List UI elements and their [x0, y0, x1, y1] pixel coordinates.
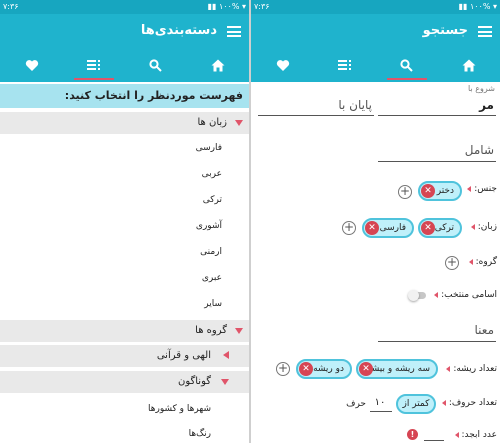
status-time: ۷:۳۶	[254, 2, 270, 11]
category-item[interactable]: آشوری	[0, 214, 249, 238]
abjad-input[interactable]	[424, 431, 444, 441]
hamburger-menu-icon[interactable]	[227, 26, 241, 37]
letter-count-input[interactable]: ۱۰	[370, 394, 392, 412]
active-tab-indicator	[387, 78, 427, 80]
heart-icon	[276, 60, 290, 71]
status-icons: ▮▮ ۱۰۰% ▾	[458, 2, 497, 11]
hamburger-menu-icon[interactable]	[478, 26, 492, 37]
root-count-label: تعداد ریشه:	[444, 364, 497, 374]
tab-home[interactable]	[439, 50, 499, 82]
tab-bar	[251, 50, 500, 82]
category-item[interactable]: ترکی	[0, 188, 249, 212]
search-icon	[149, 59, 162, 72]
subgroup-divine[interactable]: الهی و قرآنی	[0, 345, 249, 367]
category-item[interactable]: فارسی	[0, 136, 249, 160]
category-item[interactable]: ارمنی	[0, 240, 249, 264]
collapsed-arrow-icon	[223, 351, 229, 359]
category-item[interactable]: شهرها و کشورها	[0, 397, 249, 421]
expanded-arrow-icon	[235, 328, 243, 334]
add-language-button[interactable]: +	[342, 221, 356, 235]
letter-count-label: تعداد حروف:	[440, 398, 497, 408]
selected-names-label: اسامی منتخب:	[432, 290, 497, 300]
remove-chip-icon[interactable]: ✕	[421, 221, 435, 235]
category-item[interactable]: عبری	[0, 266, 249, 290]
add-root-count-button[interactable]: +	[276, 362, 290, 376]
info-icon[interactable]: !	[407, 429, 418, 440]
subgroup-label: الهی و قرآنی	[156, 350, 211, 361]
selected-names-toggle[interactable]	[408, 290, 428, 301]
root-count-chip[interactable]: سه ریشه و بیشتر ✕	[356, 359, 438, 379]
tab-bar	[0, 50, 249, 82]
status-bar: ۷:۳۶ ▮▮ ۱۰۰% ▾	[251, 0, 500, 14]
remove-chip-icon[interactable]: ✕	[299, 362, 313, 376]
search-icon	[400, 59, 413, 72]
list-icon	[87, 60, 100, 70]
contains-input[interactable]: شامل	[378, 138, 496, 162]
group-label: زبان ها	[197, 117, 227, 128]
home-icon	[462, 59, 476, 72]
status-time: ۷:۳۶	[3, 2, 19, 11]
language-chip[interactable]: فارسی ✕	[362, 218, 414, 238]
ends-with-input[interactable]: پایان با	[258, 94, 374, 116]
letter-count-unit: حرف	[346, 399, 366, 409]
subgroup-various[interactable]: گوناگون	[0, 371, 249, 393]
root-count-chip[interactable]: دو ریشه ✕	[296, 359, 352, 379]
gender-chip[interactable]: دختر ✕	[418, 181, 462, 201]
letter-count-operator-chip[interactable]: کمتر از	[396, 394, 436, 414]
meaning-input[interactable]: معنا	[378, 318, 496, 342]
remove-chip-icon[interactable]: ✕	[365, 221, 379, 235]
group-groups[interactable]: گروه ها	[0, 320, 249, 342]
search-screen: ۷:۳۶ ▮▮ ۱۰۰% ▾ جستجو شروع با مر پایان با…	[251, 0, 500, 443]
expanded-arrow-icon	[235, 120, 243, 126]
add-group-button[interactable]: +	[445, 256, 459, 270]
tab-categories[interactable]	[315, 50, 375, 82]
add-gender-button[interactable]: +	[398, 185, 412, 199]
group-label: گروه:	[467, 257, 497, 267]
active-tab-indicator	[74, 78, 114, 80]
starts-with-input[interactable]: مر	[378, 94, 496, 116]
category-item[interactable]: سایر	[0, 292, 249, 316]
remove-chip-icon[interactable]: ✕	[359, 362, 373, 376]
language-label: زبان:	[469, 222, 497, 232]
group-languages[interactable]: زبان ها	[0, 112, 249, 134]
group-label: گروه ها	[195, 325, 227, 336]
subgroup-label: گوناگون	[177, 376, 211, 387]
tab-categories[interactable]	[64, 50, 124, 82]
category-item[interactable]: عربی	[0, 162, 249, 186]
category-item[interactable]: رنگ‌ها	[0, 422, 249, 443]
tab-favorites[interactable]	[253, 50, 313, 82]
tab-home[interactable]	[188, 50, 248, 82]
abjad-label: عدد ابجد:	[453, 430, 497, 440]
page-title: دسته‌بندی‌ها	[140, 23, 217, 38]
gender-label: جنس:	[465, 184, 497, 194]
status-bar: ۷:۳۶ ▮▮ ۱۰۰% ▾	[0, 0, 249, 14]
categories-screen: ۷:۳۶ ▮▮ ۱۰۰% ▾ دسته‌بندی‌ها فهرست موردنظ…	[0, 0, 249, 443]
language-chip[interactable]: ترکی ✕	[418, 218, 462, 238]
page-title: جستجو	[422, 23, 468, 38]
status-icons: ▮▮ ۱۰۰% ▾	[207, 2, 246, 11]
list-icon	[338, 60, 351, 70]
remove-chip-icon[interactable]: ✕	[421, 184, 435, 198]
heart-icon	[25, 60, 39, 71]
starts-with-label: شروع با	[468, 84, 495, 93]
home-icon	[211, 59, 225, 72]
tab-search[interactable]	[377, 50, 437, 82]
expanded-arrow-icon	[221, 379, 229, 385]
tab-search[interactable]	[126, 50, 186, 82]
tab-favorites[interactable]	[2, 50, 62, 82]
app-bar: دسته‌بندی‌ها	[0, 14, 249, 50]
app-bar: جستجو	[251, 14, 500, 50]
list-instruction: فهرست موردنظر را انتخاب کنید:	[0, 84, 249, 108]
